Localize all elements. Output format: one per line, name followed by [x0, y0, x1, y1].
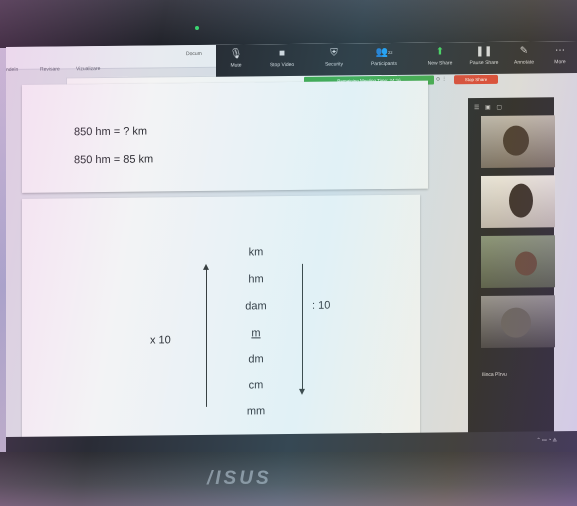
unit-hm: hm	[248, 273, 264, 286]
stop-share-button[interactable]: Stop Share	[454, 74, 498, 85]
ribbon-tab-view[interactable]: Vizualizare	[76, 66, 100, 72]
participant-video-2[interactable]	[481, 175, 555, 229]
unit-km: km	[248, 246, 264, 259]
unit-dam: dam	[245, 300, 267, 313]
participant-video-1[interactable]	[481, 115, 555, 169]
more-button[interactable]: ⋯ More	[542, 45, 577, 65]
shield-icon: ⛨	[330, 47, 338, 59]
annotate-button[interactable]: ✎ Annotate	[506, 45, 542, 66]
security-button[interactable]: ⛨ Security	[316, 47, 352, 68]
question-text: 850 hm = ? km	[74, 125, 148, 139]
unit-dm: dm	[248, 353, 264, 366]
pause-icon: ❚❚	[475, 45, 493, 58]
laptop-top-bezel	[0, 0, 577, 48]
share-screen-icon: ⬆	[435, 46, 445, 58]
ribbon-tab-insert[interactable]: ndeln	[6, 67, 18, 73]
down-arrow	[302, 263, 303, 390]
asus-logo: /ISUS	[207, 468, 272, 489]
ribbon-tab-review[interactable]: Revisare	[40, 66, 60, 72]
laptop-bottom-bezel	[0, 452, 577, 506]
webcam-light	[195, 26, 199, 30]
up-arrow	[206, 268, 207, 407]
participant-face	[515, 251, 537, 276]
mute-button[interactable]: 🎙 Mute	[218, 48, 254, 69]
gallery-toolbar: ☰ ▣ ▢	[474, 104, 505, 112]
unit-m: m	[251, 327, 261, 340]
participant-face	[501, 307, 531, 338]
banner-icons: ⊙ ⋮	[436, 76, 447, 83]
video-camera-icon: ■	[278, 48, 286, 60]
multiply-label: x 10	[150, 334, 171, 347]
unit-cm: cm	[248, 379, 264, 392]
microphone-icon: 🎙	[229, 48, 243, 60]
slide-unit-ladder: km hm dam m dm cm mm x 10 : 10	[22, 194, 420, 451]
new-share-button[interactable]: ⬆ New Share	[422, 46, 458, 66]
laptop-photo: Docum ndeln Revisare Vizualizare 🎙 Mute …	[0, 0, 577, 506]
participant-video-4[interactable]	[481, 295, 555, 349]
zoom-toolbar: 🎙 Mute ■ Stop Video ⛨ Security 👥22 Parti…	[216, 41, 577, 77]
slide-equation: 850 hm = ? km 850 hm = 85 km	[22, 80, 428, 193]
unit-mm: mm	[246, 405, 266, 418]
participants-icon: 👥22	[375, 46, 393, 59]
participant-video-3[interactable]	[481, 235, 555, 289]
answer-text: 850 hm = 85 km	[74, 153, 154, 167]
divide-label: : 10	[312, 299, 331, 312]
document-title: Docum	[186, 50, 202, 58]
pencil-icon: ✎	[519, 45, 529, 57]
gallery-participant-name: Ilinca Pîrvu	[482, 371, 507, 379]
stop-video-button[interactable]: ■ Stop Video	[264, 48, 300, 68]
participant-face	[509, 183, 533, 218]
laptop-screen: Docum ndeln Revisare Vizualizare 🎙 Mute …	[6, 41, 577, 459]
participant-face	[503, 125, 529, 156]
participants-button[interactable]: 👥22 Participants	[366, 47, 402, 67]
system-tray: ⌃ ▭ ◔ ⟁	[536, 437, 557, 444]
pause-share-button[interactable]: ❚❚ Pause Share	[466, 46, 502, 66]
more-icon: ⋯	[555, 45, 565, 57]
